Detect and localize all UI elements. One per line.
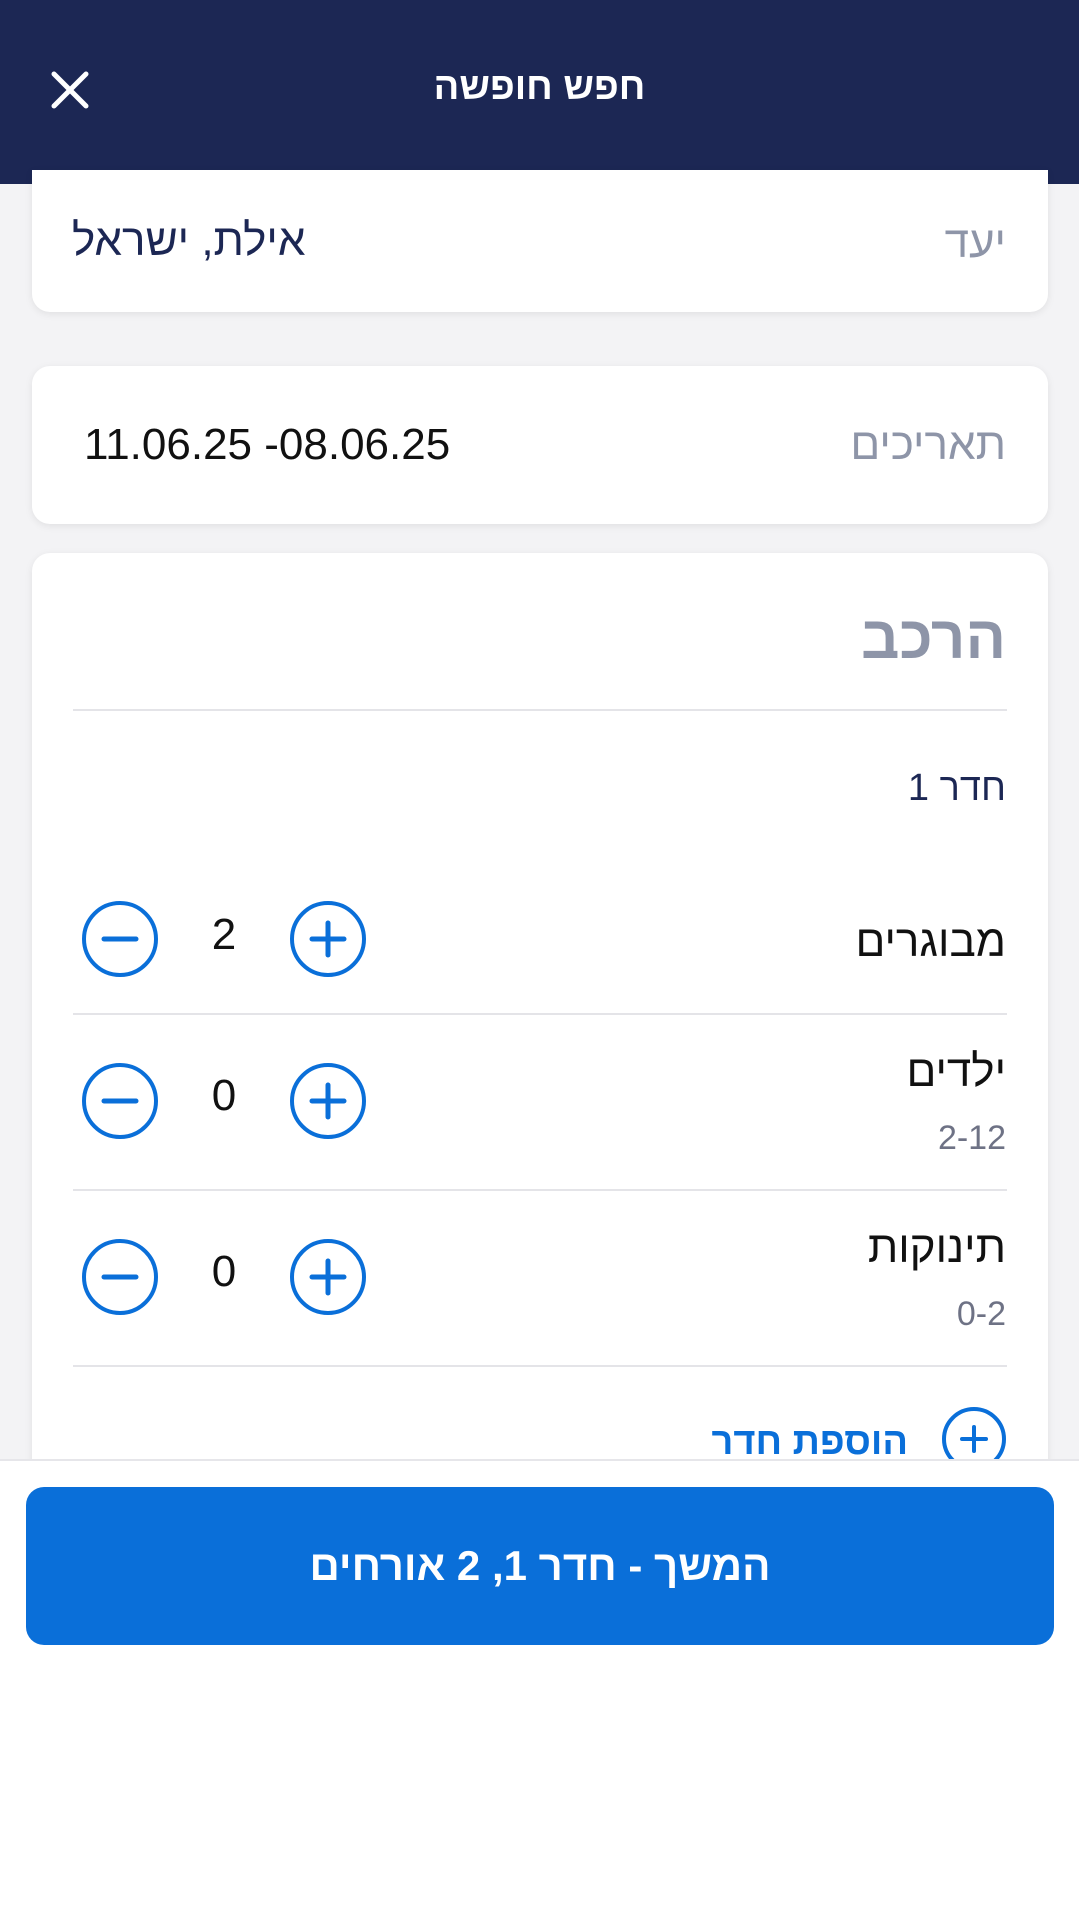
add-room-label: הוספת חדר	[711, 1421, 908, 1463]
infants-age-range: 0-2	[956, 1295, 1006, 1333]
dates-label: תאריכים	[850, 420, 1006, 469]
composition-title: הרכב	[861, 604, 1006, 671]
adults-count: 2	[211, 910, 237, 959]
continue-button[interactable]: המשך - חדר 1, 2 אורחים	[26, 1487, 1054, 1645]
composition-card: הרכב חדר 1 מבוגרים 2 ילדים 2-12 0 תינוקו…	[32, 553, 1048, 1493]
children-count: 0	[211, 1071, 237, 1120]
infants-label: תינוקות	[867, 1223, 1006, 1272]
adults-label: מבוגרים	[855, 917, 1006, 966]
room-label: חדר 1	[907, 767, 1006, 809]
infants-count: 0	[211, 1247, 237, 1296]
adults-plus-button[interactable]	[290, 901, 366, 977]
divider	[73, 709, 1007, 711]
children-minus-button[interactable]	[82, 1063, 158, 1139]
divider	[73, 1013, 1007, 1015]
children-plus-button[interactable]	[290, 1063, 366, 1139]
destination-value: אילת, ישראל	[72, 216, 306, 265]
infants-minus-button[interactable]	[82, 1239, 158, 1315]
destination-label: יעד	[944, 218, 1006, 267]
top-bar: חפש חופשה	[0, 0, 1079, 184]
dates-field[interactable]: תאריכים 08.06.25- 11.06.25	[32, 366, 1048, 524]
footer: המשך - חדר 1, 2 אורחים	[0, 1459, 1079, 1919]
page-title: חפש חופשה	[433, 66, 646, 108]
divider	[73, 1365, 1007, 1367]
infants-plus-button[interactable]	[290, 1239, 366, 1315]
divider	[73, 1189, 1007, 1191]
children-age-range: 2-12	[937, 1119, 1006, 1157]
destination-field[interactable]: יעד אילת, ישראל	[32, 170, 1048, 312]
dates-value: 08.06.25- 11.06.25	[84, 420, 451, 469]
children-label: ילדים	[906, 1047, 1006, 1096]
adults-minus-button[interactable]	[82, 901, 158, 977]
